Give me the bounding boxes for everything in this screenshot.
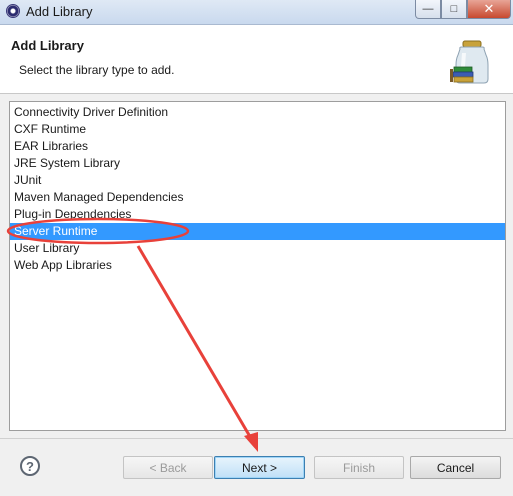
close-button[interactable]: ✕ (467, 0, 511, 19)
window-title: Add Library (26, 4, 93, 19)
help-button[interactable]: ? (20, 456, 40, 476)
page-description: Select the library type to add. (19, 63, 175, 77)
list-item[interactable]: Plug-in Dependencies (10, 206, 505, 223)
list-item[interactable]: Maven Managed Dependencies (10, 189, 505, 206)
title-bar[interactable]: Add Library — □ ✕ (0, 0, 513, 25)
minimize-button[interactable]: — (415, 0, 441, 19)
list-item[interactable]: JUnit (10, 172, 505, 189)
footer-divider (0, 438, 513, 439)
wizard-header: Add Library Select the library type to a… (0, 25, 513, 94)
list-item[interactable]: User Library (10, 240, 505, 257)
list-item[interactable]: JRE System Library (10, 155, 505, 172)
page-title: Add Library (11, 38, 84, 53)
next-button[interactable]: Next > (214, 456, 305, 479)
list-item[interactable]: EAR Libraries (10, 138, 505, 155)
back-button[interactable]: < Back (123, 456, 213, 479)
list-item[interactable]: Connectivity Driver Definition (10, 104, 505, 121)
annotation-arrowhead (244, 432, 258, 452)
list-item[interactable]: CXF Runtime (10, 121, 505, 138)
eclipse-icon (6, 4, 20, 18)
finish-button[interactable]: Finish (314, 456, 404, 479)
maximize-button[interactable]: □ (441, 0, 467, 19)
library-jar-icon (450, 40, 489, 84)
list-item-selected[interactable]: Server Runtime (10, 223, 505, 240)
cancel-button[interactable]: Cancel (410, 456, 501, 479)
add-library-dialog: Add Library — □ ✕ Add Library Select the… (0, 0, 513, 496)
library-type-list[interactable]: Connectivity Driver Definition CXF Runti… (9, 101, 506, 431)
list-item[interactable]: Web App Libraries (10, 257, 505, 274)
